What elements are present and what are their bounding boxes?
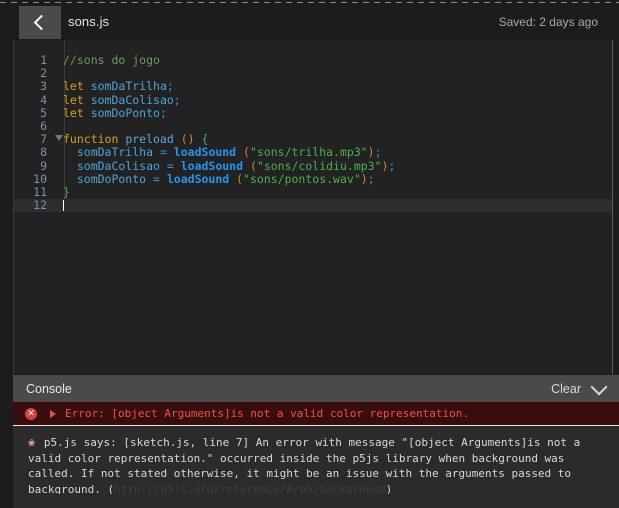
console-title: Console (26, 381, 72, 396)
code-fold-icon[interactable] (55, 135, 63, 142)
code-line[interactable]: 10 somDoPonto = loadSound ("sons/pontos.… (14, 171, 613, 186)
line-number: 8 (40, 145, 47, 160)
top-dashed-divider (0, 2, 619, 3)
code-line-text: //sons do jogo (63, 53, 160, 67)
editor-left-strip (0, 40, 13, 374)
code-line-text (51, 67, 63, 80)
editor-header: sons.js Saved: 2 days ago (0, 5, 619, 40)
line-number: 12 (33, 198, 47, 213)
line-number: 9 (40, 158, 47, 173)
code-line-text: } (63, 184, 70, 199)
console-error-message: Error: [object Arguments]is not a valid … (65, 407, 469, 420)
clear-console-button[interactable]: Clear (551, 382, 581, 396)
saved-status: Saved: 2 days ago (498, 15, 598, 29)
code-line-text: let somDoPonto; (63, 105, 167, 120)
code-line-text (51, 120, 63, 133)
chevron-left-icon (33, 14, 50, 31)
code-area[interactable]: 1//sons do jogo 2 3 let somDaTrilha; 4 let so… (14, 40, 613, 213)
console-footer (13, 494, 619, 508)
code-editor[interactable]: 1//sons do jogo 2 3 let somDaTrilha; 4 let so… (13, 40, 613, 374)
caret-right-icon[interactable] (50, 409, 56, 418)
error-circle-icon: ✕ (25, 407, 37, 420)
file-title: sons.js (68, 14, 110, 29)
code-line[interactable]: 11} (14, 184, 613, 199)
line-number: 4 (40, 92, 47, 107)
p5-editor-window: sons.js Saved: 2 days ago 1//sons do jog… (0, 0, 619, 508)
line-number: 3 (40, 79, 47, 94)
code-line-text: somDoPonto = loadSound ("sons/pontos.wav… (63, 171, 375, 186)
console-header: Console Clear (13, 375, 619, 402)
code-line[interactable]: 1//sons do jogo (14, 53, 613, 67)
console-actions: Clear (551, 378, 608, 397)
text-cursor (63, 200, 64, 212)
code-line[interactable]: 5 let somDoPonto; (14, 105, 613, 120)
editor-right-rule (612, 40, 613, 374)
back-button[interactable] (19, 6, 61, 39)
code-line-text (51, 199, 64, 212)
console-body: ✕ Error: [object Arguments]is not a vali… (13, 402, 619, 508)
console-error-row[interactable]: ✕ Error: [object Arguments]is not a vali… (13, 402, 619, 426)
p5-flower-icon: ❀ (28, 435, 36, 449)
chevron-down-icon[interactable] (590, 378, 608, 395)
line-number: 5 (40, 105, 47, 120)
line-number: 10 (33, 171, 47, 186)
code-line[interactable]: 12 (14, 198, 613, 213)
